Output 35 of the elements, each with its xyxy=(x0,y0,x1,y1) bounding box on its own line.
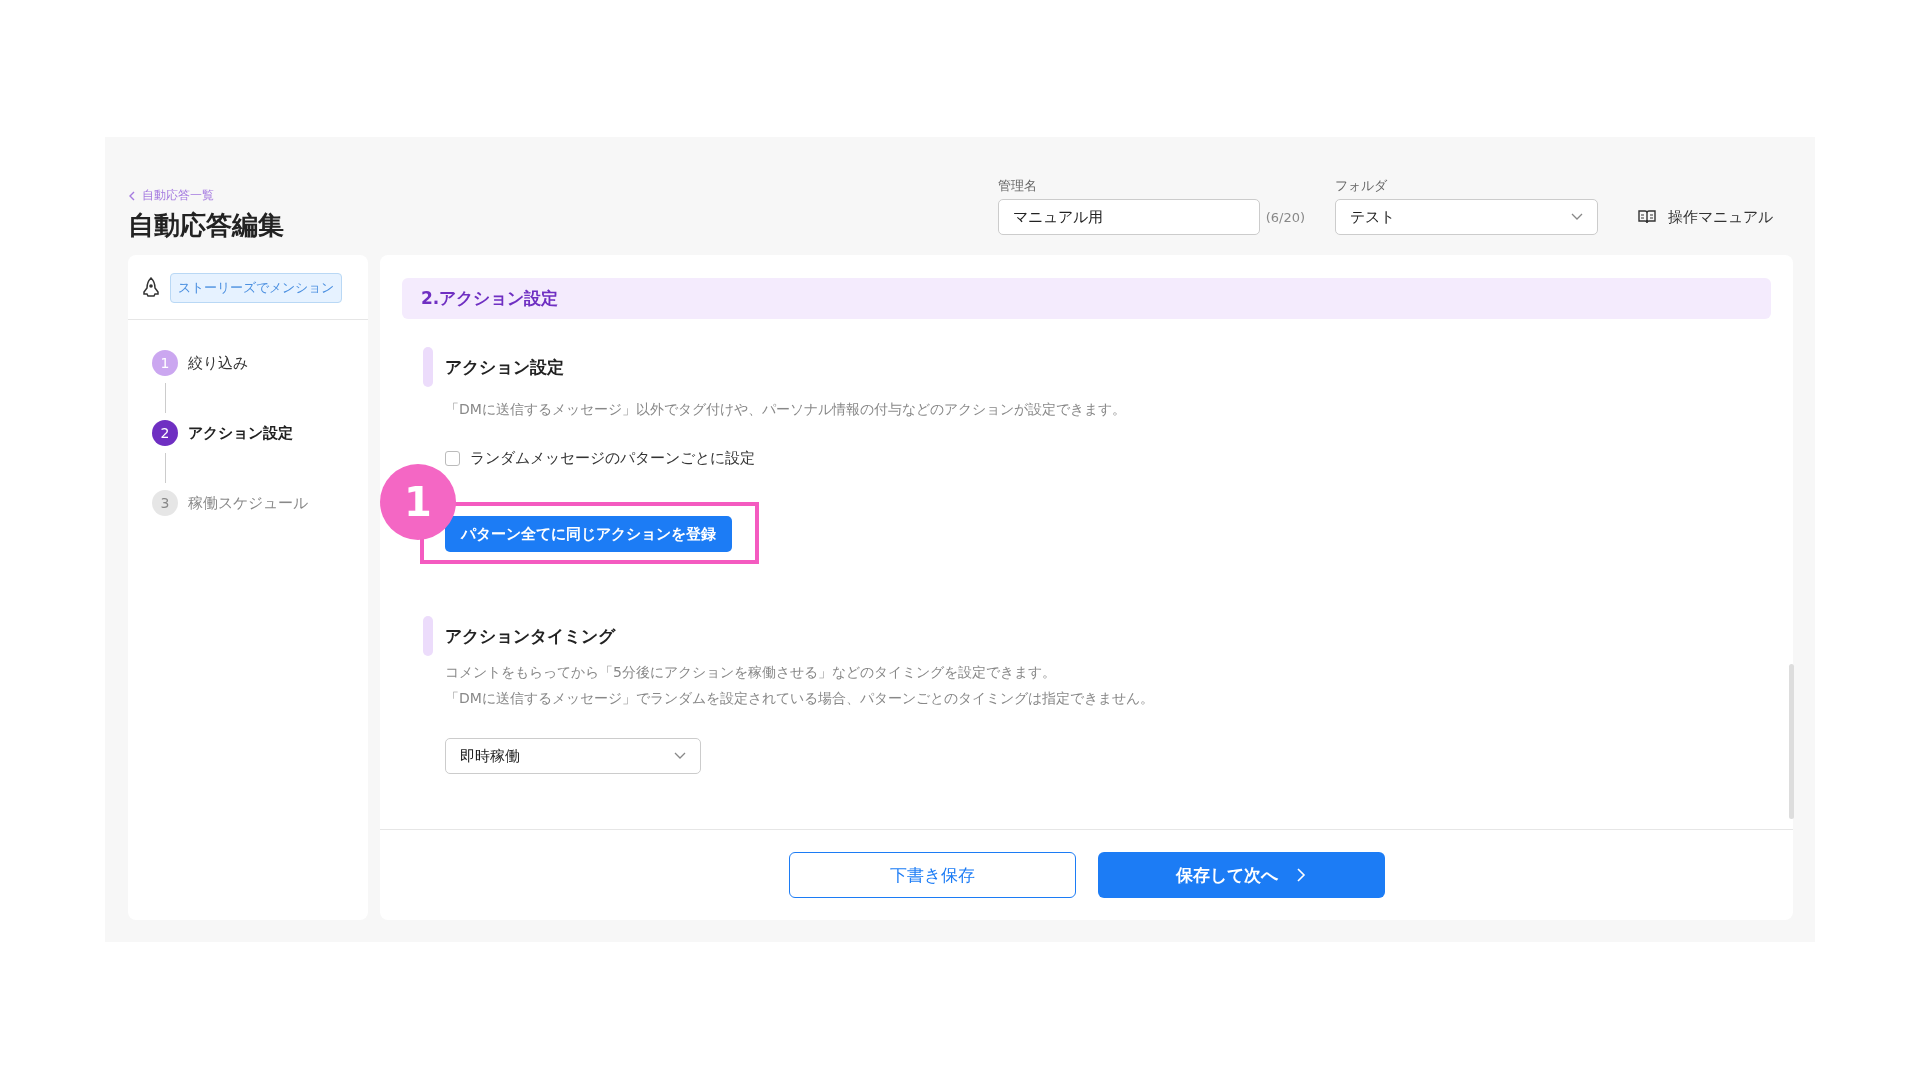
field-label: 管理名 xyxy=(997,177,1038,195)
subsection-heading: アクション設定 xyxy=(445,355,564,379)
chevron-down-icon xyxy=(674,752,686,760)
rocket-icon xyxy=(142,277,160,299)
trigger-tag: ストーリーズでメンション xyxy=(170,273,342,303)
folder-select[interactable]: テスト xyxy=(1335,199,1598,235)
section-header: 2.アクション設定 xyxy=(402,278,1771,319)
footer-button[interactable]: 下書き保存 xyxy=(788,852,1076,898)
char-counter: (6/20) xyxy=(1265,209,1305,225)
chevron-right-icon xyxy=(1296,868,1306,882)
step-item[interactable]: 3 稼働スケジュール xyxy=(152,490,344,516)
register-action-button[interactable]: パターン全てに同じアクションを登録 xyxy=(445,516,732,552)
description-text: コメントをもらってから「5分後にアクションを稼働させる」などのタイミングを設定できます。 xyxy=(445,664,1057,682)
footer-button[interactable]: 保存して次へ xyxy=(1097,852,1385,898)
description-text: 「DMに送信するメッセージ」以外でタグ付けや、パーソナル情報の付与などのアクションが設定できます。 xyxy=(445,401,1127,419)
chevron-left-icon xyxy=(128,190,136,201)
field-label: フォルダ xyxy=(1335,177,1388,195)
book-icon xyxy=(1638,210,1656,224)
step-badge: 1 xyxy=(380,464,456,540)
step-number: 1 xyxy=(152,350,178,376)
timing-select[interactable]: 即時稼働 xyxy=(445,738,701,774)
step-item[interactable]: 1 絞り込み xyxy=(152,350,344,376)
step-item[interactable]: 2 アクション設定 xyxy=(152,420,344,446)
description-text: 「DMに送信するメッセージ」でランダムを設定されている場合、パターンごとのタイミングは指定できません。 xyxy=(445,690,1155,708)
heading-accent-bar xyxy=(423,347,433,387)
subsection-heading: アクションタイミング xyxy=(445,624,615,648)
name-input[interactable]: マニュアル用 xyxy=(997,199,1260,235)
step-number: 3 xyxy=(152,490,178,516)
heading-accent-bar xyxy=(423,616,433,656)
scrollbar[interactable] xyxy=(1789,664,1794,819)
chevron-down-icon xyxy=(1571,213,1583,221)
page-title: 自動応答編集 xyxy=(128,209,284,242)
step-number: 2 xyxy=(152,420,178,446)
manual-link[interactable]: 操作マニュアル xyxy=(1638,199,1773,235)
checkbox[interactable] xyxy=(445,451,460,466)
